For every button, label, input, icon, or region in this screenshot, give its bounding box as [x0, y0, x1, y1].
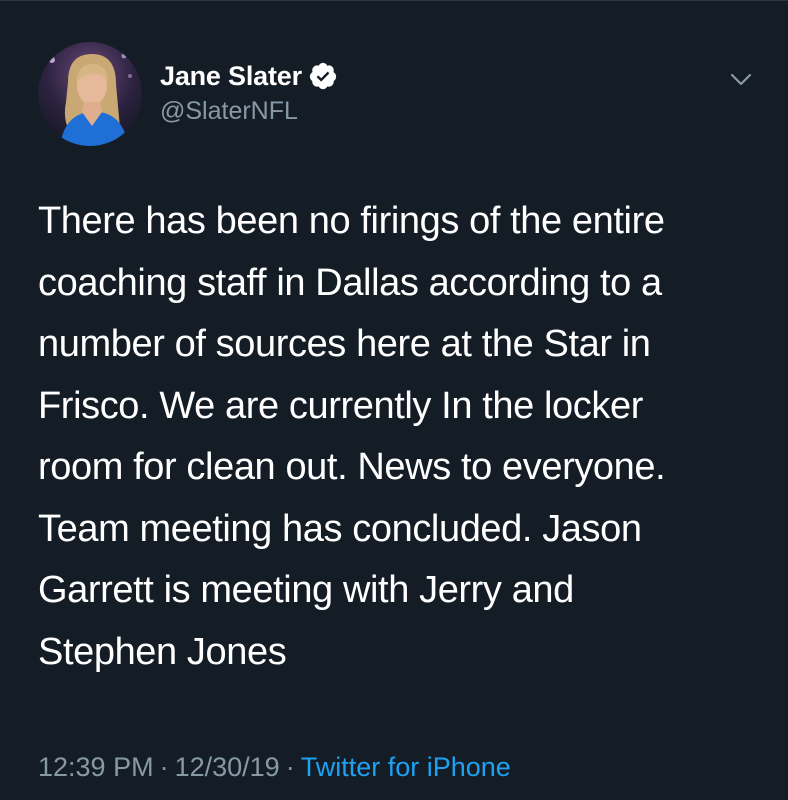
tweet-card: Jane Slater @SlaterNFL There has been no… — [0, 0, 788, 800]
avatar[interactable] — [38, 42, 142, 146]
author-row[interactable]: Jane Slater — [160, 58, 338, 94]
tweet-date[interactable]: 12/30/19 — [175, 752, 280, 782]
tweet-meta: 12:39 PM · 12/30/19 · Twitter for iPhone — [38, 749, 511, 785]
tweet-text: There has been no firings of the entire … — [38, 200, 666, 673]
chevron-down-icon[interactable] — [726, 64, 756, 94]
verified-badge-icon — [308, 61, 338, 91]
profile-photo-icon — [38, 42, 142, 146]
meta-separator: · — [285, 752, 295, 782]
display-name[interactable]: Jane Slater — [160, 61, 302, 91]
tweet-time[interactable]: 12:39 PM — [38, 752, 154, 782]
tweet-source-link[interactable]: Twitter for iPhone — [301, 752, 511, 782]
meta-separator: · — [159, 752, 169, 782]
author-handle[interactable]: @SlaterNFL — [160, 96, 298, 126]
